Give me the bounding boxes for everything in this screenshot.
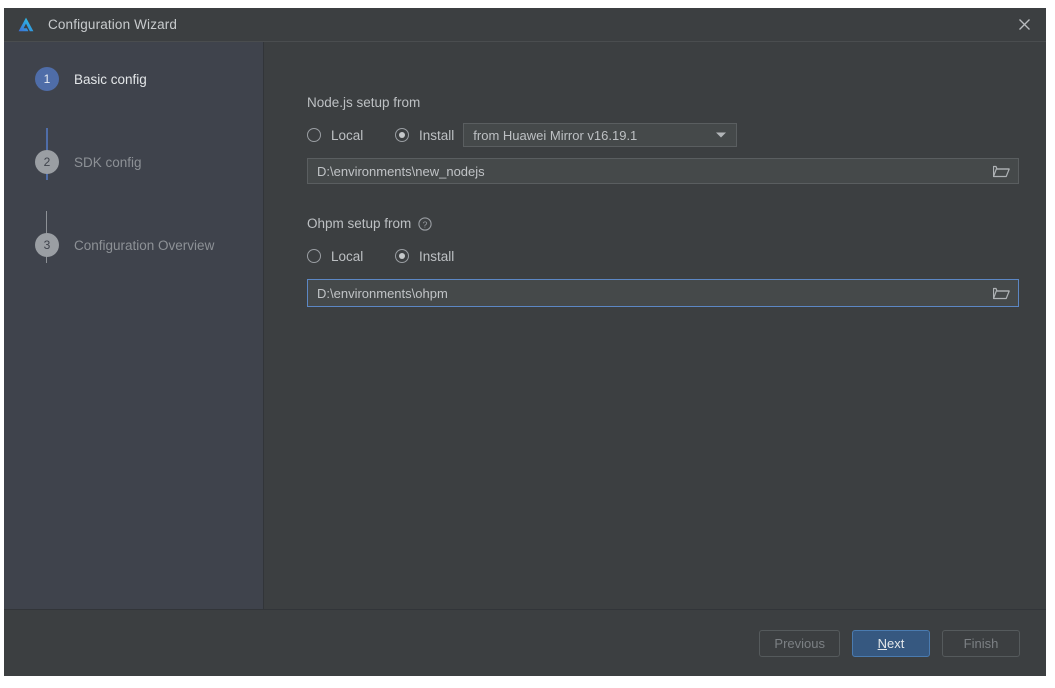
svg-text:?: ?: [423, 219, 428, 229]
configuration-wizard-window: Configuration Wizard 1 Basic config 2 SD…: [4, 8, 1046, 676]
basic-config-panel: Node.js setup from Local Install from Hu…: [264, 42, 1046, 609]
chevron-down-icon: [716, 132, 727, 138]
nodejs-source-radio-group: Local Install from Huawei Mirror v16.19.…: [307, 123, 1046, 147]
wizard-steps-sidebar: 1 Basic config 2 SDK config 3 Configurat…: [4, 42, 264, 609]
finish-button[interactable]: Finish: [942, 629, 1020, 657]
step-number-badge: 2: [35, 150, 59, 174]
nodejs-path-value: D:\environments\new_nodejs: [317, 163, 485, 179]
nodejs-browse-folder-icon[interactable]: [993, 164, 1010, 178]
wizard-body: 1 Basic config 2 SDK config 3 Configurat…: [4, 42, 1046, 609]
radio-indicator: [307, 249, 321, 263]
step-label: Basic config: [74, 71, 147, 87]
title-bar: Configuration Wizard: [4, 8, 1046, 42]
ohpm-section-label: Ohpm setup from: [307, 216, 412, 231]
sidebar-step-sdk-config[interactable]: 2 SDK config: [4, 147, 263, 177]
nodejs-path-input[interactable]: D:\environments\new_nodejs: [307, 158, 1019, 184]
dropdown-selected-value: from Huawei Mirror v16.19.1: [473, 127, 638, 143]
nodejs-radio-local[interactable]: Local: [307, 128, 395, 143]
wizard-footer: Previous Next Finish: [4, 609, 1046, 676]
step-label: SDK config: [74, 154, 142, 170]
previous-button[interactable]: Previous: [759, 629, 840, 657]
step-number-badge: 1: [35, 67, 59, 91]
ohpm-section-title: Ohpm setup from ?: [307, 215, 1046, 232]
next-button[interactable]: Next: [852, 629, 930, 657]
radio-label: Install: [419, 127, 455, 143]
ohpm-path-input[interactable]: D:\environments\ohpm: [307, 279, 1019, 307]
help-circle-icon[interactable]: ?: [418, 216, 432, 231]
radio-indicator: [395, 249, 409, 263]
next-button-label-rest: ext: [887, 635, 905, 651]
step-number-badge: 3: [35, 233, 59, 257]
sidebar-step-basic-config[interactable]: 1 Basic config: [4, 64, 263, 94]
nodejs-section-title: Node.js setup from: [307, 94, 1046, 111]
nodejs-radio-install[interactable]: Install: [395, 128, 454, 143]
radio-label: Local: [331, 127, 364, 143]
radio-indicator: [395, 128, 409, 142]
next-button-mnemonic: N: [877, 635, 888, 651]
radio-indicator: [307, 128, 321, 142]
radio-label: Install: [419, 248, 455, 264]
finish-button-label: Finish: [963, 635, 999, 651]
ohpm-source-radio-group: Local Install: [307, 245, 1046, 267]
nodejs-section-label: Node.js setup from: [307, 95, 421, 110]
window-title: Configuration Wizard: [48, 17, 178, 32]
step-label: Configuration Overview: [74, 237, 215, 253]
deveco-logo-icon: [17, 16, 35, 34]
radio-label: Local: [331, 248, 364, 264]
ohpm-browse-folder-icon[interactable]: [993, 286, 1010, 300]
previous-button-label: Previous: [774, 635, 825, 651]
ohpm-radio-local[interactable]: Local: [307, 249, 395, 264]
ohpm-radio-install[interactable]: Install: [395, 249, 454, 264]
nodejs-mirror-dropdown[interactable]: from Huawei Mirror v16.19.1: [463, 123, 738, 147]
sidebar-step-configuration-overview[interactable]: 3 Configuration Overview: [4, 230, 263, 260]
close-icon[interactable]: [1002, 8, 1046, 41]
ohpm-path-value: D:\environments\ohpm: [317, 285, 448, 301]
